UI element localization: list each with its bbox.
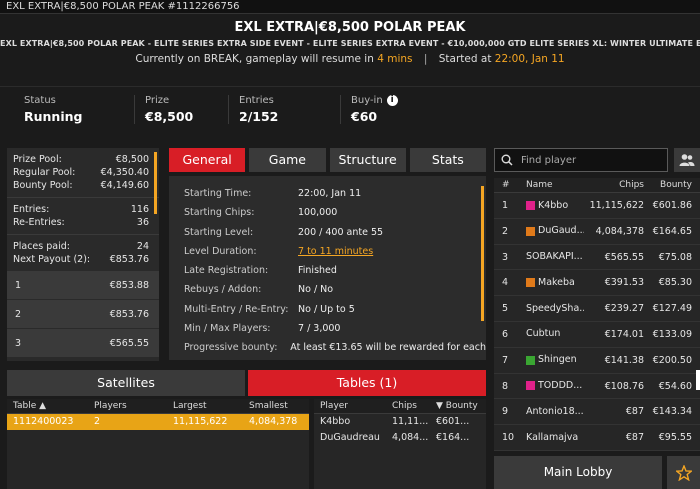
break-minutes: 4 mins [377, 53, 413, 65]
stat-entries: Entries 2/152 [228, 95, 278, 124]
info-row: Level Duration: 7 to 11 minutes [169, 242, 486, 261]
flag-icon [526, 381, 535, 391]
payout-row: 3 €565.55 [7, 329, 159, 358]
flag-icon [526, 226, 535, 236]
users-icon [679, 154, 695, 166]
table-players-header: Player Chips ▼ Bounty [314, 399, 486, 414]
favorite-button[interactable] [667, 456, 700, 489]
info-row: Progressive bounty: At least €13.65 will … [184, 342, 486, 354]
stat-status: Status Running [24, 95, 83, 124]
player-row[interactable]: 5 SpeedySha... €239.27 €127.49 [494, 296, 700, 322]
player-row[interactable]: 1 K4bbo 11,115,622 €601.86 [494, 193, 700, 219]
prize-panel: Prize Pool: €8,500 Regular Pool: €4,350.40… [7, 148, 159, 361]
star-icon [675, 464, 692, 481]
places-paid-row: Places paid: 24 [13, 241, 149, 252]
general-info-panel: Starting Time: 22:00, Jan 11 Starting Chi… [169, 176, 486, 360]
flag-icon [526, 278, 535, 288]
prize-pool-section: Prize Pool: €8,500 Regular Pool: €4,350.40… [7, 148, 159, 198]
stat-buyin: Buy-in i €60 [340, 95, 398, 124]
tournament-header: EXL EXTRA|€8,500 POLAR PEAK EXL EXTRA|€8… [0, 20, 700, 65]
started-value: 22:00, Jan 11 [494, 53, 565, 65]
regular-pool-row: Regular Pool: €4,350.40 [13, 167, 149, 178]
info-tabs: General Game Structure Stats [169, 148, 486, 172]
table-players-list: Player Chips ▼ Bounty K4bbo 11,11... €60… [314, 399, 486, 489]
table-row[interactable]: 1112400023 2 11,115,622 4,084,378 [7, 414, 309, 430]
info-row: Starting Chips: 100,000 [184, 207, 338, 219]
player-row[interactable]: 7 Shingen €141.38 €200.50 [494, 348, 700, 374]
tables-list: Table ▲ Players Largest Smallest 1112400… [7, 399, 309, 489]
tables-header: Table ▲ Players Largest Smallest [7, 399, 309, 414]
info-row: Late Registration: Finished [184, 265, 337, 277]
info-row: Rebuys / Addon: No / No [184, 284, 334, 296]
info-icon[interactable]: i [386, 95, 398, 106]
player-row[interactable]: 10 Kallamajva €87 €95.55 [494, 425, 700, 451]
player-row[interactable]: 8 TODDD... €108.76 €54.60 [494, 374, 700, 400]
players-table-header: # Name Chips Bounty [494, 178, 700, 193]
player-search[interactable] [494, 148, 668, 172]
bottom-tabs: Satellites Tables (1) [7, 370, 486, 396]
main-lobby-button[interactable]: Main Lobby [494, 456, 662, 489]
stat-prize: Prize €8,500 [134, 95, 193, 124]
info-row: Starting Level: 200 / 400 ante 55 [184, 226, 384, 238]
started-label: Started at [438, 53, 492, 65]
entries-section: Entries: 116 Re-Entries: 36 [7, 198, 159, 235]
prize-pool-row: Prize Pool: €8,500 [13, 154, 149, 165]
users-button[interactable] [674, 148, 700, 172]
table-player-row[interactable]: K4bbo 11,11... €601... [314, 414, 486, 430]
prize-scrollbar[interactable] [154, 152, 157, 214]
sort-up-icon: ▲ [39, 401, 47, 411]
tab-stats[interactable]: Stats [409, 148, 486, 172]
info-row: Starting Time: 22:00, Jan 11 [184, 188, 362, 199]
sort-down-icon: ▼ [436, 401, 443, 411]
tab-structure[interactable]: Structure [329, 148, 406, 172]
tab-general[interactable]: General [169, 148, 246, 172]
break-status-text: Currently on BREAK, gameplay will resume… [135, 53, 374, 65]
bounty-pool-row: Bounty Pool: €4,149.60 [13, 180, 149, 191]
player-row[interactable]: 2 DuGaud... 4,084,378 €164.65 [494, 219, 700, 245]
places-section: Places paid: 24 Next Payout (2): €853.76 [7, 235, 159, 271]
general-scrollbar[interactable] [481, 186, 484, 321]
player-row[interactable]: 9 Antonio18... €87 €143.34 [494, 399, 700, 426]
search-icon [501, 154, 513, 166]
payout-row: 2 €853.76 [7, 300, 159, 329]
search-input[interactable] [521, 154, 651, 166]
entries-row: Entries: 116 [13, 204, 149, 215]
info-row: Multi-Entry / Re-Entry: No / Up to 5 [184, 303, 355, 315]
next-payout-row: Next Payout (2): €853.76 [13, 254, 149, 265]
window-title: EXL EXTRA|€8,500 POLAR PEAK #1112266756 [0, 0, 700, 14]
info-row: Min / Max Players: 7 / 3,000 [184, 323, 341, 335]
tab-game[interactable]: Game [249, 148, 326, 172]
player-row[interactable]: 6 Cubtun €174.01 €133.09 [494, 322, 700, 348]
players-scrollbar[interactable] [696, 370, 700, 390]
flag-icon [526, 355, 535, 365]
break-status-line: Currently on BREAK, gameplay will resume… [135, 53, 565, 65]
flag-icon [526, 200, 535, 210]
stats-bar: Status Running Prize €8,500 Entries 2/15… [0, 86, 700, 136]
player-row[interactable]: 3 SOBAKAPI... €565.55 €75.08 [494, 245, 700, 271]
players-table: # Name Chips Bounty 1 K4bbo 11,115,622 €601… [494, 178, 700, 451]
reentries-row: Re-Entries: 36 [13, 217, 149, 228]
tournament-title: EXL EXTRA|€8,500 POLAR PEAK [234, 20, 466, 35]
tab-tables[interactable]: Tables (1) [248, 370, 486, 396]
tab-satellites[interactable]: Satellites [7, 370, 245, 396]
payout-row: 1 €853.88 [7, 271, 159, 300]
table-player-row[interactable]: DuGaudreau 4,084... €164... [314, 430, 486, 446]
level-duration-link[interactable]: 7 to 11 minutes [298, 242, 373, 261]
tournament-subtitle: EXL EXTRA|€8,500 POLAR PEAK - ELITE SERI… [0, 39, 700, 48]
player-row[interactable]: 4 Makeba €391.53 €85.30 [494, 270, 700, 297]
